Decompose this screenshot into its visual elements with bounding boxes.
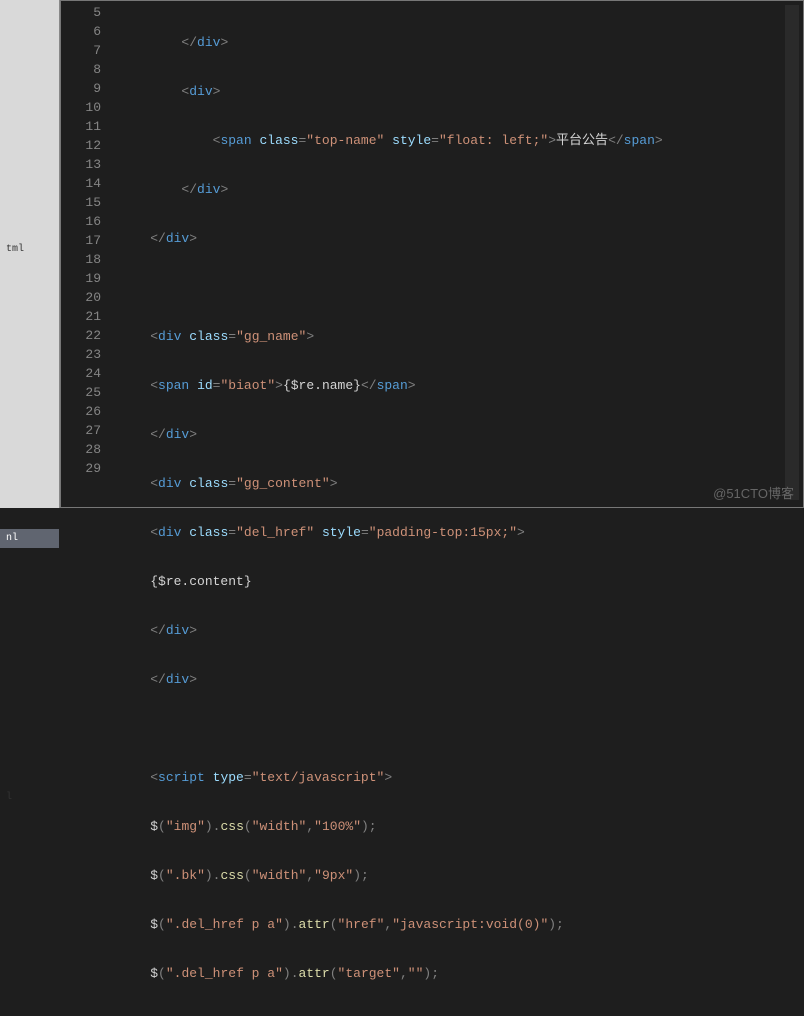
line-gutter: 56789 1011121314 1516171819 2021222324 2…: [61, 1, 119, 507]
sidebar-file-item[interactable]: l: [0, 788, 59, 807]
sidebar-file-item[interactable]: tml: [0, 240, 59, 259]
watermark: @51CTO博客: [713, 483, 794, 502]
file-explorer-sidebar: tml nl l: [0, 0, 60, 508]
code-area[interactable]: </div> <div> <span class="top-name" styl…: [119, 1, 803, 507]
minimap[interactable]: [785, 5, 799, 500]
sidebar-file-item[interactable]: nl: [0, 529, 59, 548]
code-editor[interactable]: 56789 1011121314 1516171819 2021222324 2…: [60, 0, 804, 508]
